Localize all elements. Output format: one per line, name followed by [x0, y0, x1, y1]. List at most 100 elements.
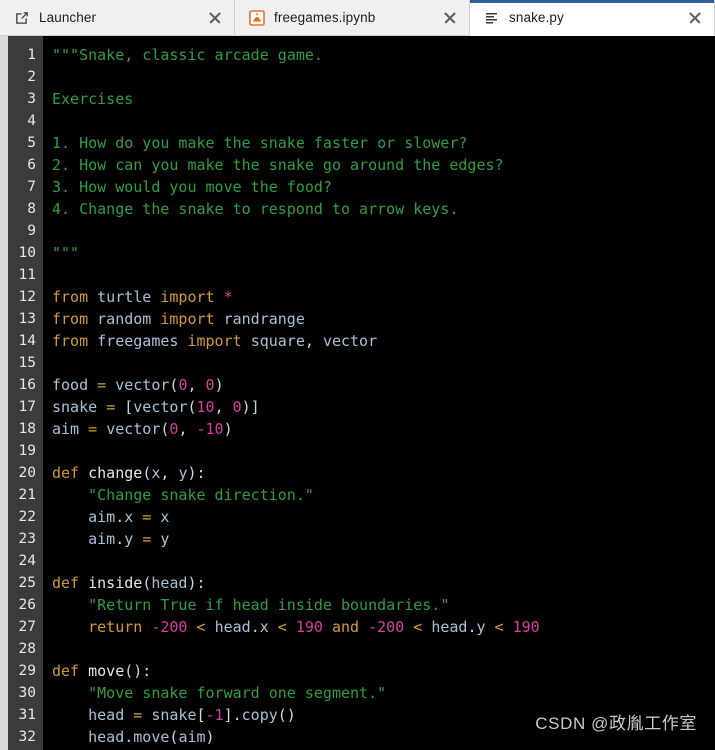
line-number-gutter: 1 2 3 4 5 6 7 8 9 10 11 12 13 14 15 16 17 18 19 20 21 22 23 24 2… [8, 36, 43, 750]
code-line[interactable] [52, 264, 715, 286]
code-token: vector [106, 420, 161, 438]
code-token: x [160, 508, 170, 526]
code-line[interactable]: 2. How can you make the snake go around … [52, 154, 715, 176]
code-token: [ [196, 706, 206, 724]
code-line[interactable]: "Move snake forward one segment." [52, 682, 715, 704]
code-token: turtle [97, 288, 152, 306]
line-number: 1 [27, 47, 36, 63]
line-number: 11 [18, 267, 36, 283]
code-token: ): [187, 464, 206, 482]
code-line[interactable]: head = snake[-1].copy() [52, 704, 715, 726]
code-line[interactable]: def move(): [52, 660, 715, 682]
code-line[interactable]: """ [52, 242, 715, 264]
code-line[interactable]: def inside(head): [52, 572, 715, 594]
code-line[interactable] [52, 220, 715, 242]
code-line[interactable]: aim.y = y [52, 528, 715, 550]
code-line[interactable] [52, 440, 715, 462]
code-line[interactable]: "Return True if head inside boundaries." [52, 594, 715, 616]
code-line[interactable]: 1. How do you make the snake faster or s… [52, 132, 715, 154]
code-line[interactable] [52, 550, 715, 572]
code-line[interactable] [52, 110, 715, 132]
code-token: -1 [205, 706, 224, 724]
code-line[interactable]: snake = [vector(10, 0)] [52, 396, 715, 418]
code-line[interactable]: 3. How would you move the food? [52, 176, 715, 198]
line-number: 13 [18, 311, 36, 327]
tab-label: Launcher [39, 10, 97, 25]
code-token: change [88, 464, 143, 482]
code-line[interactable]: def change(x, y): [52, 462, 715, 484]
tab-snake-py[interactable]: snake.py [470, 0, 715, 36]
code-line[interactable]: from random import randrange [52, 308, 715, 330]
tab-close-icon[interactable] [686, 9, 704, 27]
code-token: < [196, 618, 206, 636]
code-token: . [115, 508, 125, 526]
code-token: 0 [232, 398, 242, 416]
code-token: head [151, 574, 188, 592]
code-token: (): [124, 662, 152, 680]
line-number: 3 [27, 91, 36, 107]
line-number: 31 [18, 707, 36, 723]
code-token: def [52, 662, 80, 680]
code-token: , [187, 376, 206, 394]
code-line[interactable]: head.move(aim) [52, 726, 715, 748]
code-line[interactable]: from freegames import square, vector [52, 330, 715, 352]
code-token: randrange [223, 310, 305, 328]
code-line[interactable]: aim.x = x [52, 506, 715, 528]
line-number: 19 [18, 443, 36, 459]
code-line[interactable]: 4. Change the snake to respond to arrow … [52, 198, 715, 220]
line-number: 27 [18, 619, 36, 635]
code-line[interactable]: """Snake, classic arcade game. [52, 44, 715, 66]
code-token: = [142, 530, 152, 548]
code-token: move [88, 662, 125, 680]
code-token: = [133, 706, 143, 724]
code-line[interactable]: from turtle import * [52, 286, 715, 308]
code-line[interactable] [52, 66, 715, 88]
code-token: [ [124, 398, 134, 416]
code-token: 2. How can you make the snake go around … [52, 156, 504, 174]
code-line[interactable]: aim = vector(0, -10) [52, 418, 715, 440]
line-number: 26 [18, 597, 36, 613]
line-number: 15 [18, 355, 36, 371]
code-token: )] [241, 398, 260, 416]
code-token: , [214, 398, 233, 416]
code-token: 0 [205, 376, 215, 394]
code-content-area[interactable]: """Snake, classic arcade game. Exercises… [43, 36, 715, 750]
code-token: import [160, 310, 215, 328]
line-number: 25 [18, 575, 36, 591]
code-token: y [160, 530, 170, 548]
tab-launcher[interactable]: Launcher [0, 0, 235, 36]
code-line[interactable]: Exercises [52, 88, 715, 110]
code-token: def [52, 574, 80, 592]
code-token: head [431, 618, 468, 636]
code-line[interactable]: "Change snake direction." [52, 484, 715, 506]
code-line[interactable] [52, 352, 715, 374]
code-token: aim [88, 530, 116, 548]
code-token: from [52, 310, 89, 328]
code-token: ( [142, 574, 152, 592]
line-number: 28 [18, 641, 36, 657]
code-token: , [178, 420, 197, 438]
code-editor[interactable]: 1 2 3 4 5 6 7 8 9 10 11 12 13 14 15 16 17 18 19 20 21 22 23 24 2… [0, 36, 715, 750]
line-number: 17 [18, 399, 36, 415]
code-line[interactable]: food = vector(0, 0) [52, 374, 715, 396]
code-token: ( [142, 464, 152, 482]
code-token: head [88, 706, 125, 724]
code-token: x [259, 618, 269, 636]
tab-close-icon[interactable] [206, 9, 224, 27]
code-line[interactable]: return -200 < head.x < 190 and -200 < he… [52, 616, 715, 638]
code-line[interactable] [52, 638, 715, 660]
tab-close-icon[interactable] [441, 9, 459, 27]
python-file-icon [484, 10, 500, 26]
line-number: 5 [27, 135, 36, 151]
line-number: 10 [18, 245, 36, 261]
launcher-icon [14, 10, 30, 26]
tab-freegames-ipynb[interactable]: freegames.ipynb [235, 0, 470, 36]
